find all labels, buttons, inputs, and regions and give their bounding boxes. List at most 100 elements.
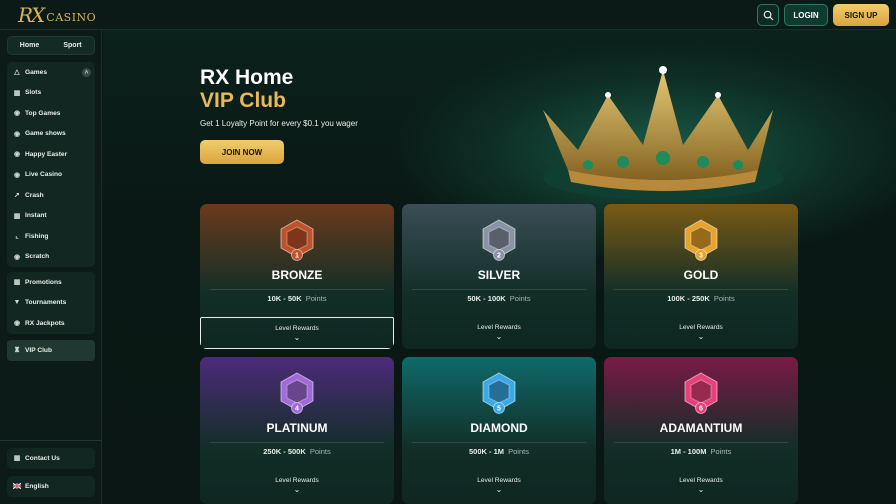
sidebar-item-slots[interactable]: ▦ Slots bbox=[7, 83, 95, 104]
top-games-icon: ◉ bbox=[13, 110, 21, 118]
sidebar-item-tournaments[interactable]: ▼ Tournaments bbox=[7, 293, 95, 314]
sidebar-item-happy-easter[interactable]: ◉ Happy Easter bbox=[7, 144, 95, 165]
vip-tier-card: 4 PLATINUM 250K - 500K Points Level Rewards… bbox=[200, 357, 394, 504]
sidebar-item-live-casino[interactable]: ◉ Live Casino bbox=[7, 165, 95, 186]
tier-name: PLATINUM bbox=[266, 421, 328, 435]
card-divider bbox=[614, 442, 788, 443]
sidebar-item-label: VIP Club bbox=[25, 346, 52, 354]
sidebar-item-game-shows[interactable]: ◉ Game shows bbox=[7, 124, 95, 145]
sidebar-item-promotions[interactable]: ▦ Promotions bbox=[7, 272, 95, 293]
sidebar-item-scratch[interactable]: ◉ Scratch bbox=[7, 247, 95, 268]
level-rewards-toggle[interactable]: Level Rewards ⌄ bbox=[604, 317, 798, 349]
tier-gem-icon: 5 bbox=[482, 372, 516, 414]
tier-range: 100K - 250K bbox=[667, 294, 710, 303]
vip-tier-card: 6 ADAMANTIUM 1M - 100M Points Level Rewards… bbox=[604, 357, 798, 504]
top-bar: RX CASINO LOGIN SIGN UP bbox=[0, 0, 896, 30]
points-label: Points bbox=[509, 294, 531, 303]
game-shows-icon: ◉ bbox=[13, 130, 21, 138]
sidebar-item-contact-us[interactable]: ▦ Contact Us bbox=[7, 448, 95, 469]
tier-range: 500K - 1M bbox=[469, 447, 505, 456]
join-now-button[interactable]: JOIN NOW bbox=[200, 140, 284, 164]
level-rewards-toggle[interactable]: Level Rewards ⌄ bbox=[402, 317, 596, 349]
level-rewards-toggle[interactable]: Level Rewards ⌄ bbox=[402, 470, 596, 502]
slots-icon: ▦ bbox=[13, 89, 21, 97]
level-rewards-toggle[interactable]: Level Rewards ⌄ bbox=[604, 470, 798, 502]
vip-tier-card: 1 BRONZE 10K - 50K Points Level Rewards ⌄ bbox=[200, 204, 394, 349]
vip-tier-card: 3 GOLD 100K - 250K Points Level Rewards ⌄ bbox=[604, 204, 798, 349]
tier-points: 100K - 250K Points bbox=[604, 294, 798, 303]
hero-title-accent: VIP Club bbox=[200, 89, 286, 112]
sidebar-divider bbox=[0, 440, 102, 441]
tier-range: 1M - 100M bbox=[670, 447, 707, 456]
chevron-up-icon[interactable]: ˄ bbox=[82, 68, 91, 77]
tier-level-number: 6 bbox=[699, 406, 703, 413]
tier-points: 500K - 1M Points bbox=[402, 447, 596, 456]
sidebar-item-rx-jackpots[interactable]: ◉ RX Jackpots bbox=[7, 313, 95, 334]
crown-image bbox=[543, 66, 783, 200]
sidebar-item-label: Promotions bbox=[25, 278, 62, 286]
language-selector[interactable]: English bbox=[7, 476, 95, 497]
tier-gem-icon: 3 bbox=[684, 219, 718, 261]
login-button[interactable]: LOGIN bbox=[784, 4, 828, 26]
search-icon bbox=[763, 10, 773, 20]
tier-level-number: 5 bbox=[497, 406, 501, 413]
signup-button[interactable]: SIGN UP bbox=[833, 4, 889, 26]
level-rewards-toggle[interactable]: Level Rewards ⌄ bbox=[200, 317, 394, 349]
uk-flag-icon bbox=[13, 482, 21, 490]
chevron-down-icon: ⌄ bbox=[697, 485, 705, 494]
sidebar-item-games[interactable]: △ Games ˄ bbox=[7, 62, 95, 83]
promos-group: ▦ Promotions ▼ Tournaments ◉ RX Jackpots bbox=[7, 272, 95, 334]
vip-tier-card: 5 DIAMOND 500K - 1M Points Level Rewards ⌄ bbox=[402, 357, 596, 504]
tier-gem-icon: 2 bbox=[482, 219, 516, 261]
level-rewards-label: Level Rewards bbox=[477, 324, 521, 331]
card-divider bbox=[412, 442, 586, 443]
tier-level-number: 1 bbox=[295, 253, 299, 260]
level-rewards-label: Level Rewards bbox=[679, 324, 723, 331]
easter-icon: ◉ bbox=[13, 151, 21, 159]
points-label: Points bbox=[713, 294, 735, 303]
tier-range: 10K - 50K bbox=[267, 294, 302, 303]
casino-logo[interactable]: RX CASINO bbox=[18, 4, 96, 26]
sidebar-item-label: Scratch bbox=[25, 253, 50, 261]
vip-group: ♜ VIP Club bbox=[7, 340, 95, 361]
tier-name: BRONZE bbox=[271, 268, 323, 282]
sidebar-item-instant[interactable]: ▦ Instant bbox=[7, 206, 95, 227]
tier-name: GOLD bbox=[683, 268, 719, 282]
vip-tier-card: 2 SILVER 50K - 100K Points Level Rewards ⌄ bbox=[402, 204, 596, 349]
sidebar-item-fishing[interactable]: ⌞ Fishing bbox=[7, 226, 95, 247]
sidebar-item-label: Instant bbox=[25, 212, 47, 220]
sidebar-item-label: Live Casino bbox=[25, 171, 63, 179]
live-casino-icon: ◉ bbox=[13, 171, 21, 179]
tier-name: ADAMANTIUM bbox=[659, 421, 743, 435]
jackpot-icon: ◉ bbox=[13, 320, 21, 328]
sidebar-item-top-games[interactable]: ◉ Top Games bbox=[7, 103, 95, 124]
sidebar-item-label: Contact Us bbox=[25, 454, 60, 462]
home-tab[interactable]: Home bbox=[8, 37, 51, 54]
sidebar-item-label: Games bbox=[25, 68, 47, 76]
tier-points: 50K - 100K Points bbox=[402, 294, 596, 303]
card-divider bbox=[614, 289, 788, 290]
search-button[interactable] bbox=[757, 4, 779, 26]
tier-gem-icon: 4 bbox=[280, 372, 314, 414]
level-rewards-toggle[interactable]: Level Rewards ⌄ bbox=[200, 470, 394, 502]
sidebar-item-vip-club[interactable]: ♜ VIP Club bbox=[7, 340, 95, 361]
gift-icon: ▦ bbox=[13, 279, 21, 287]
tier-points: 250K - 500K Points bbox=[200, 447, 394, 456]
tier-points: 10K - 50K Points bbox=[200, 294, 394, 303]
sidebar-item-crash[interactable]: ➚ Crash bbox=[7, 185, 95, 206]
sidebar-item-label: Slots bbox=[25, 89, 42, 97]
sidebar-item-label: RX Jackpots bbox=[25, 319, 65, 327]
tier-name: DIAMOND bbox=[470, 421, 528, 435]
points-label: Points bbox=[710, 447, 732, 456]
tier-range: 250K - 500K bbox=[263, 447, 306, 456]
gamepad-icon: △ bbox=[14, 69, 20, 77]
sidebar-item-label: Top Games bbox=[25, 109, 61, 117]
level-rewards-label: Level Rewards bbox=[477, 477, 521, 484]
instant-icon: ▦ bbox=[13, 212, 21, 220]
main-content: RX Home VIP Club Get 1 Loyalty Point for… bbox=[103, 30, 896, 504]
points-label: Points bbox=[508, 447, 529, 456]
sport-tab[interactable]: Sport bbox=[51, 37, 94, 54]
trophy-icon: ▼ bbox=[13, 299, 21, 307]
hero-subtitle: Get 1 Loyalty Point for every $0.1 you w… bbox=[200, 119, 358, 128]
chevron-down-icon: ⌄ bbox=[697, 332, 705, 341]
